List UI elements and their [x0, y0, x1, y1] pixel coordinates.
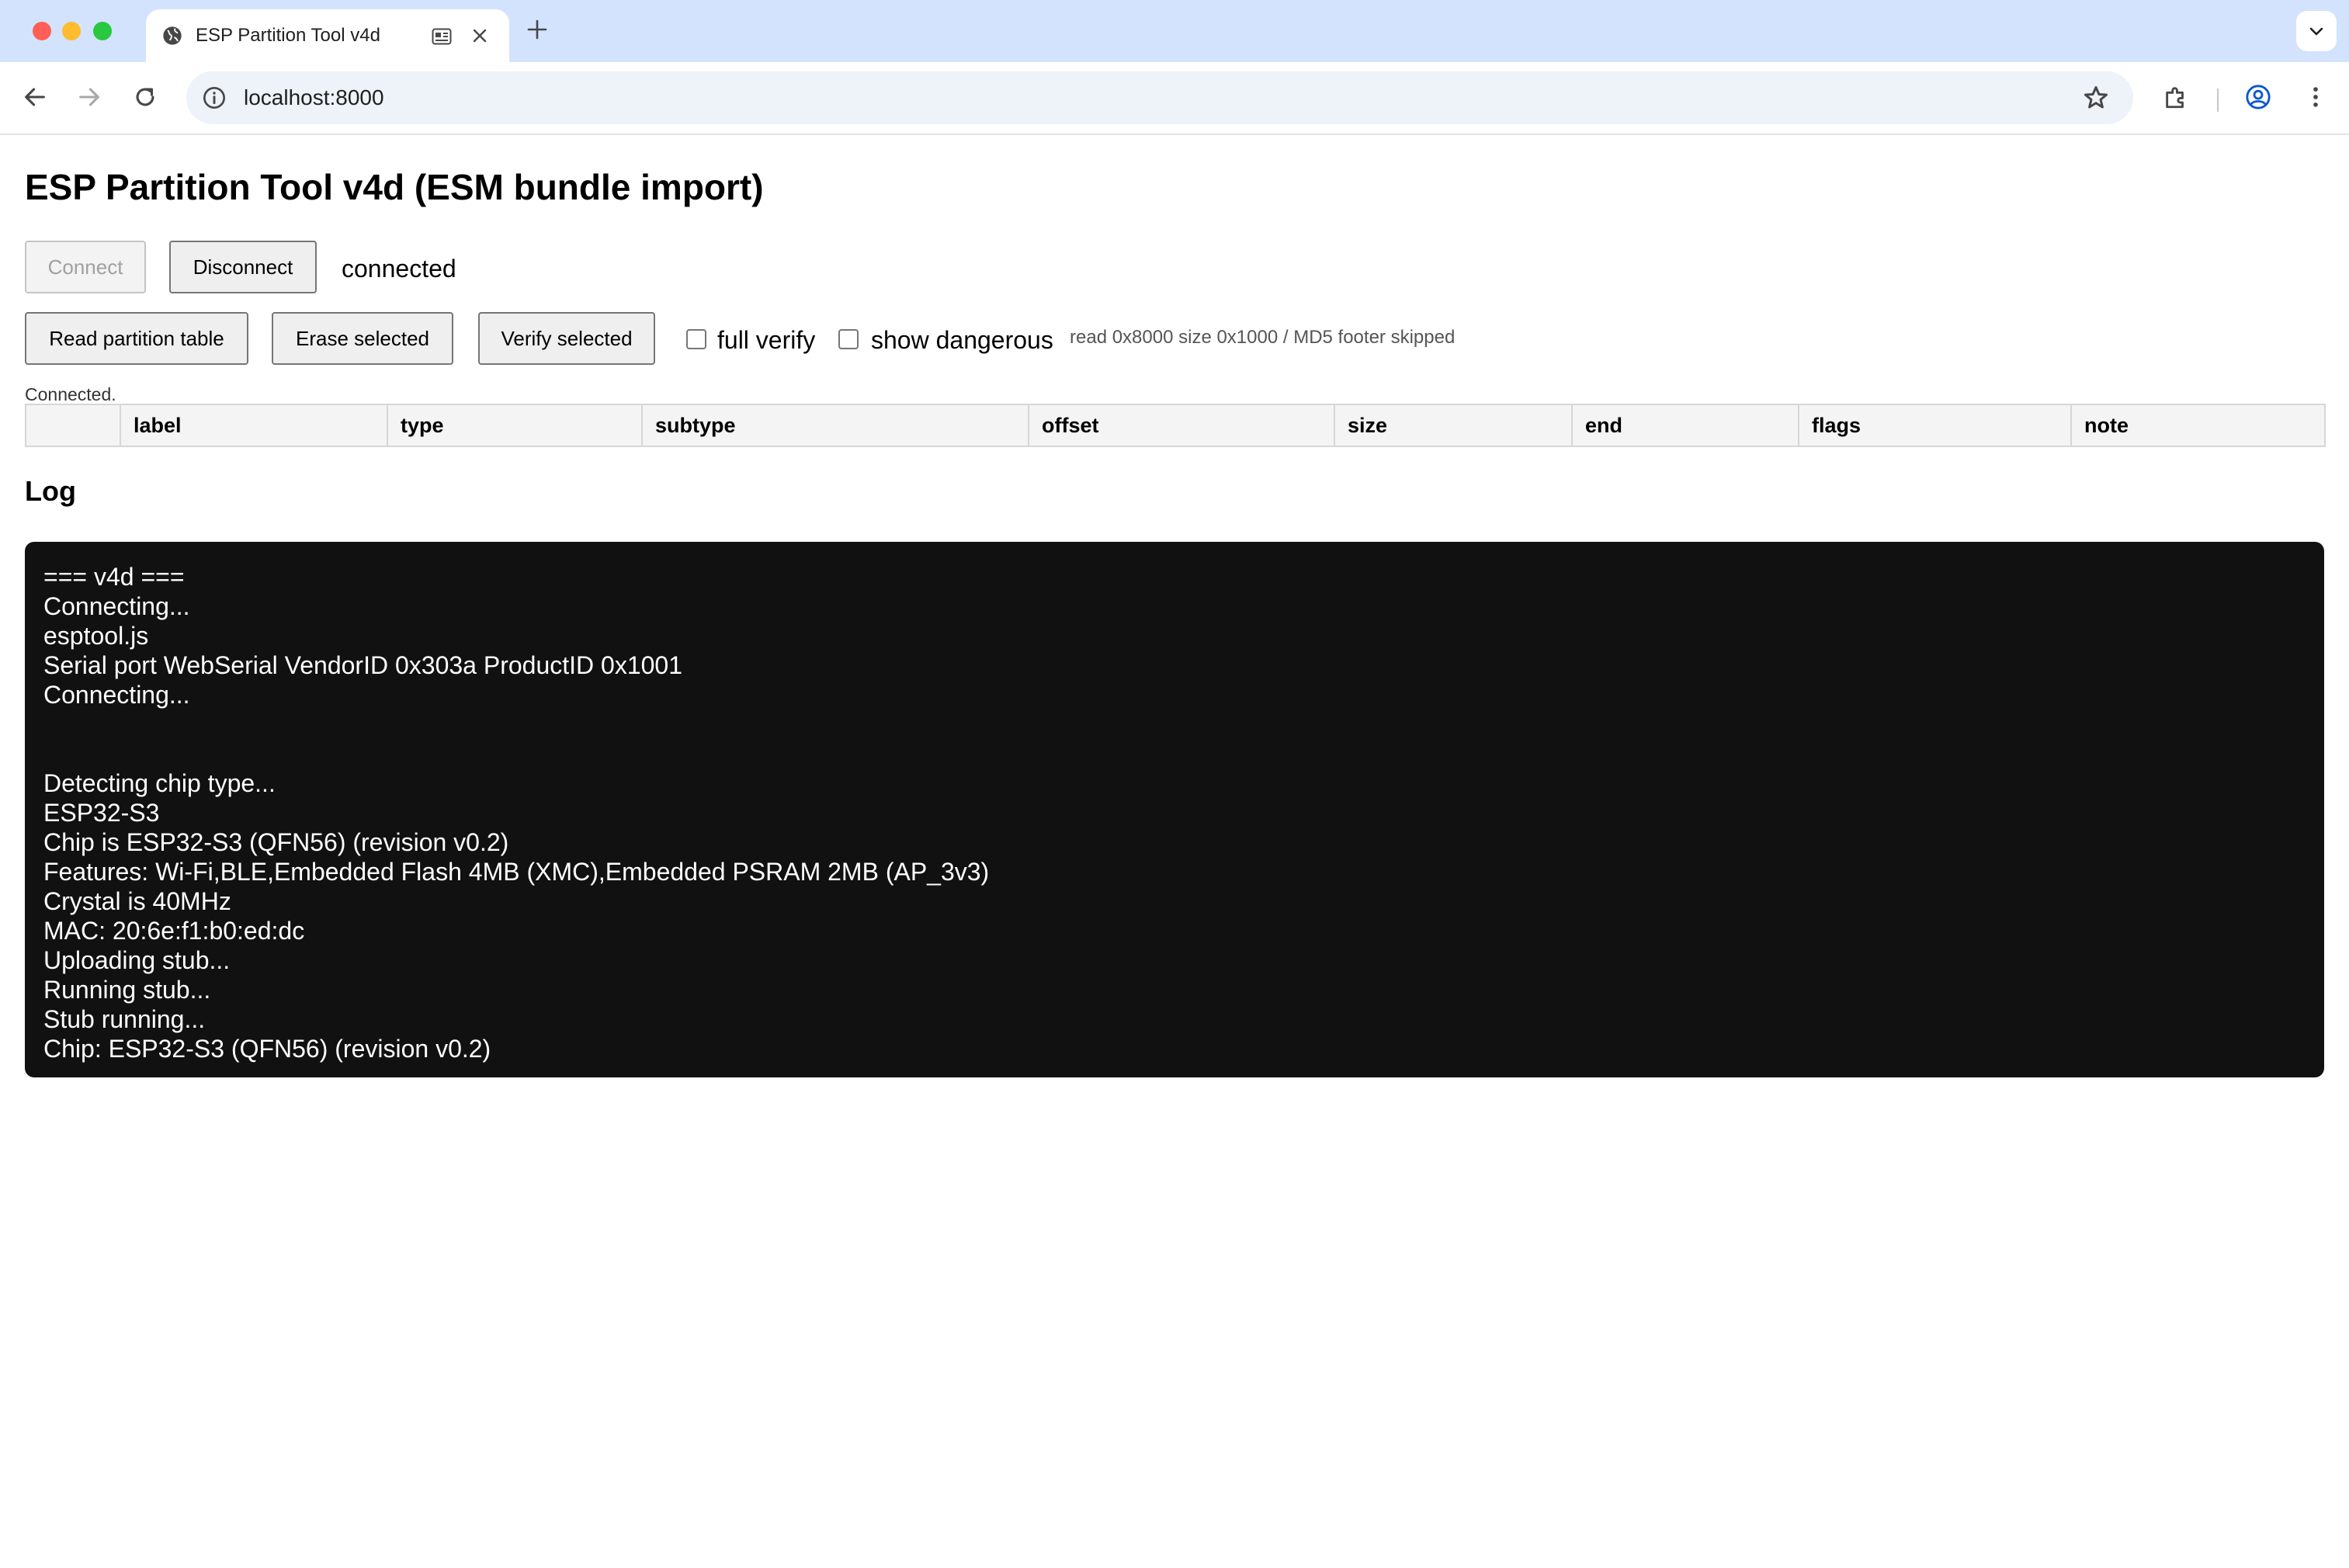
log-line: Stub running... [43, 1005, 206, 1033]
log-line: Detecting chip type... [43, 769, 276, 797]
read-partition-table-button[interactable]: Read partition table [25, 312, 248, 365]
address-url[interactable]: localhost:8000 [244, 71, 384, 124]
column-header-subtype: subtype [641, 404, 1029, 447]
log-title: Log [25, 475, 76, 507]
log-line: Crystal is 40MHz [43, 887, 231, 915]
log-line: Chip: ESP32-S3 (QFN56) (revision v0.2) [43, 1035, 491, 1063]
log-line: === v4d === [43, 563, 185, 591]
connection-status: connected [342, 255, 456, 283]
forward-arrow-icon[interactable] [76, 84, 102, 110]
address-bar[interactable]: localhost:8000 [186, 71, 2133, 124]
column-header-label: label [120, 404, 388, 447]
tab-close-icon[interactable] [470, 26, 489, 45]
verify-selected-button[interactable]: Verify selected [478, 312, 655, 365]
back-arrow-icon[interactable] [22, 84, 48, 110]
log-line: Running stub... [43, 976, 211, 1004]
log-line: ESP32-S3 [43, 799, 160, 827]
site-info-icon[interactable] [202, 85, 227, 110]
reload-icon[interactable] [132, 84, 158, 110]
browser-tab-strip: ESP Partition Tool v4d [0, 0, 2349, 62]
column-header-select [25, 404, 121, 447]
show-dangerous-label[interactable]: show dangerous [871, 324, 1053, 356]
window-minimize-button[interactable] [62, 22, 81, 40]
partition-table: label type subtype offset size end flags… [25, 404, 2326, 447]
tab-search-button[interactable] [2296, 11, 2337, 51]
chevron-down-icon [2309, 27, 2323, 36]
kebab-menu-icon[interactable] [2302, 84, 2329, 110]
log-line: esptool.js [43, 622, 149, 650]
disconnect-button[interactable]: Disconnect [169, 241, 317, 293]
globe-icon [163, 26, 182, 45]
full-verify-label[interactable]: full verify [717, 324, 815, 356]
browser-toolbar: localhost:8000 [0, 62, 2349, 135]
column-header-note: note [2070, 404, 2326, 447]
window-zoom-button[interactable] [93, 22, 112, 40]
extensions-puzzle-icon[interactable] [2163, 84, 2189, 110]
bookmark-star-icon[interactable] [2082, 84, 2110, 112]
window-close-button[interactable] [33, 22, 51, 40]
toolbar-divider [2217, 88, 2219, 112]
column-header-offset: offset [1028, 404, 1335, 447]
tab-reader-icon[interactable] [432, 28, 452, 45]
log-line: Serial port WebSerial VendorID 0x303a Pr… [43, 651, 682, 679]
page-title: ESP Partition Tool v4d (ESM bundle impor… [25, 167, 764, 207]
column-header-type: type [387, 404, 643, 447]
log-line: Connecting... [43, 592, 190, 620]
full-verify-checkbox[interactable] [686, 329, 706, 349]
connected-note: Connected. [25, 384, 116, 404]
connect-button[interactable]: Connect [25, 241, 146, 293]
log-line: Features: Wi-Fi,BLE,Embedded Flash 4MB (… [43, 858, 990, 886]
log-output[interactable]: === v4d === Connecting... esptool.js Ser… [25, 542, 2324, 1077]
new-tab-plus-icon[interactable] [526, 19, 548, 40]
column-header-end: end [1571, 404, 1799, 447]
log-line: Chip is ESP32-S3 (QFN56) (revision v0.2) [43, 828, 509, 856]
log-line: MAC: 20:6e:f1:b0:ed:dc [43, 917, 305, 945]
log-line: Connecting... [43, 681, 190, 709]
column-header-flags: flags [1798, 404, 2072, 447]
browser-tab-active[interactable]: ESP Partition Tool v4d [146, 9, 509, 62]
show-dangerous-checkbox[interactable] [838, 329, 859, 349]
profile-avatar-icon[interactable] [2245, 84, 2271, 110]
table-header-row: label type subtype offset size end flags… [25, 404, 2326, 447]
tab-title: ESP Partition Tool v4d [196, 25, 380, 46]
log-line: Uploading stub... [43, 946, 231, 974]
erase-selected-button[interactable]: Erase selected [272, 312, 453, 365]
column-header-size: size [1334, 404, 1573, 447]
read-info-text: read 0x8000 size 0x1000 / MD5 footer ski… [1070, 327, 1456, 348]
